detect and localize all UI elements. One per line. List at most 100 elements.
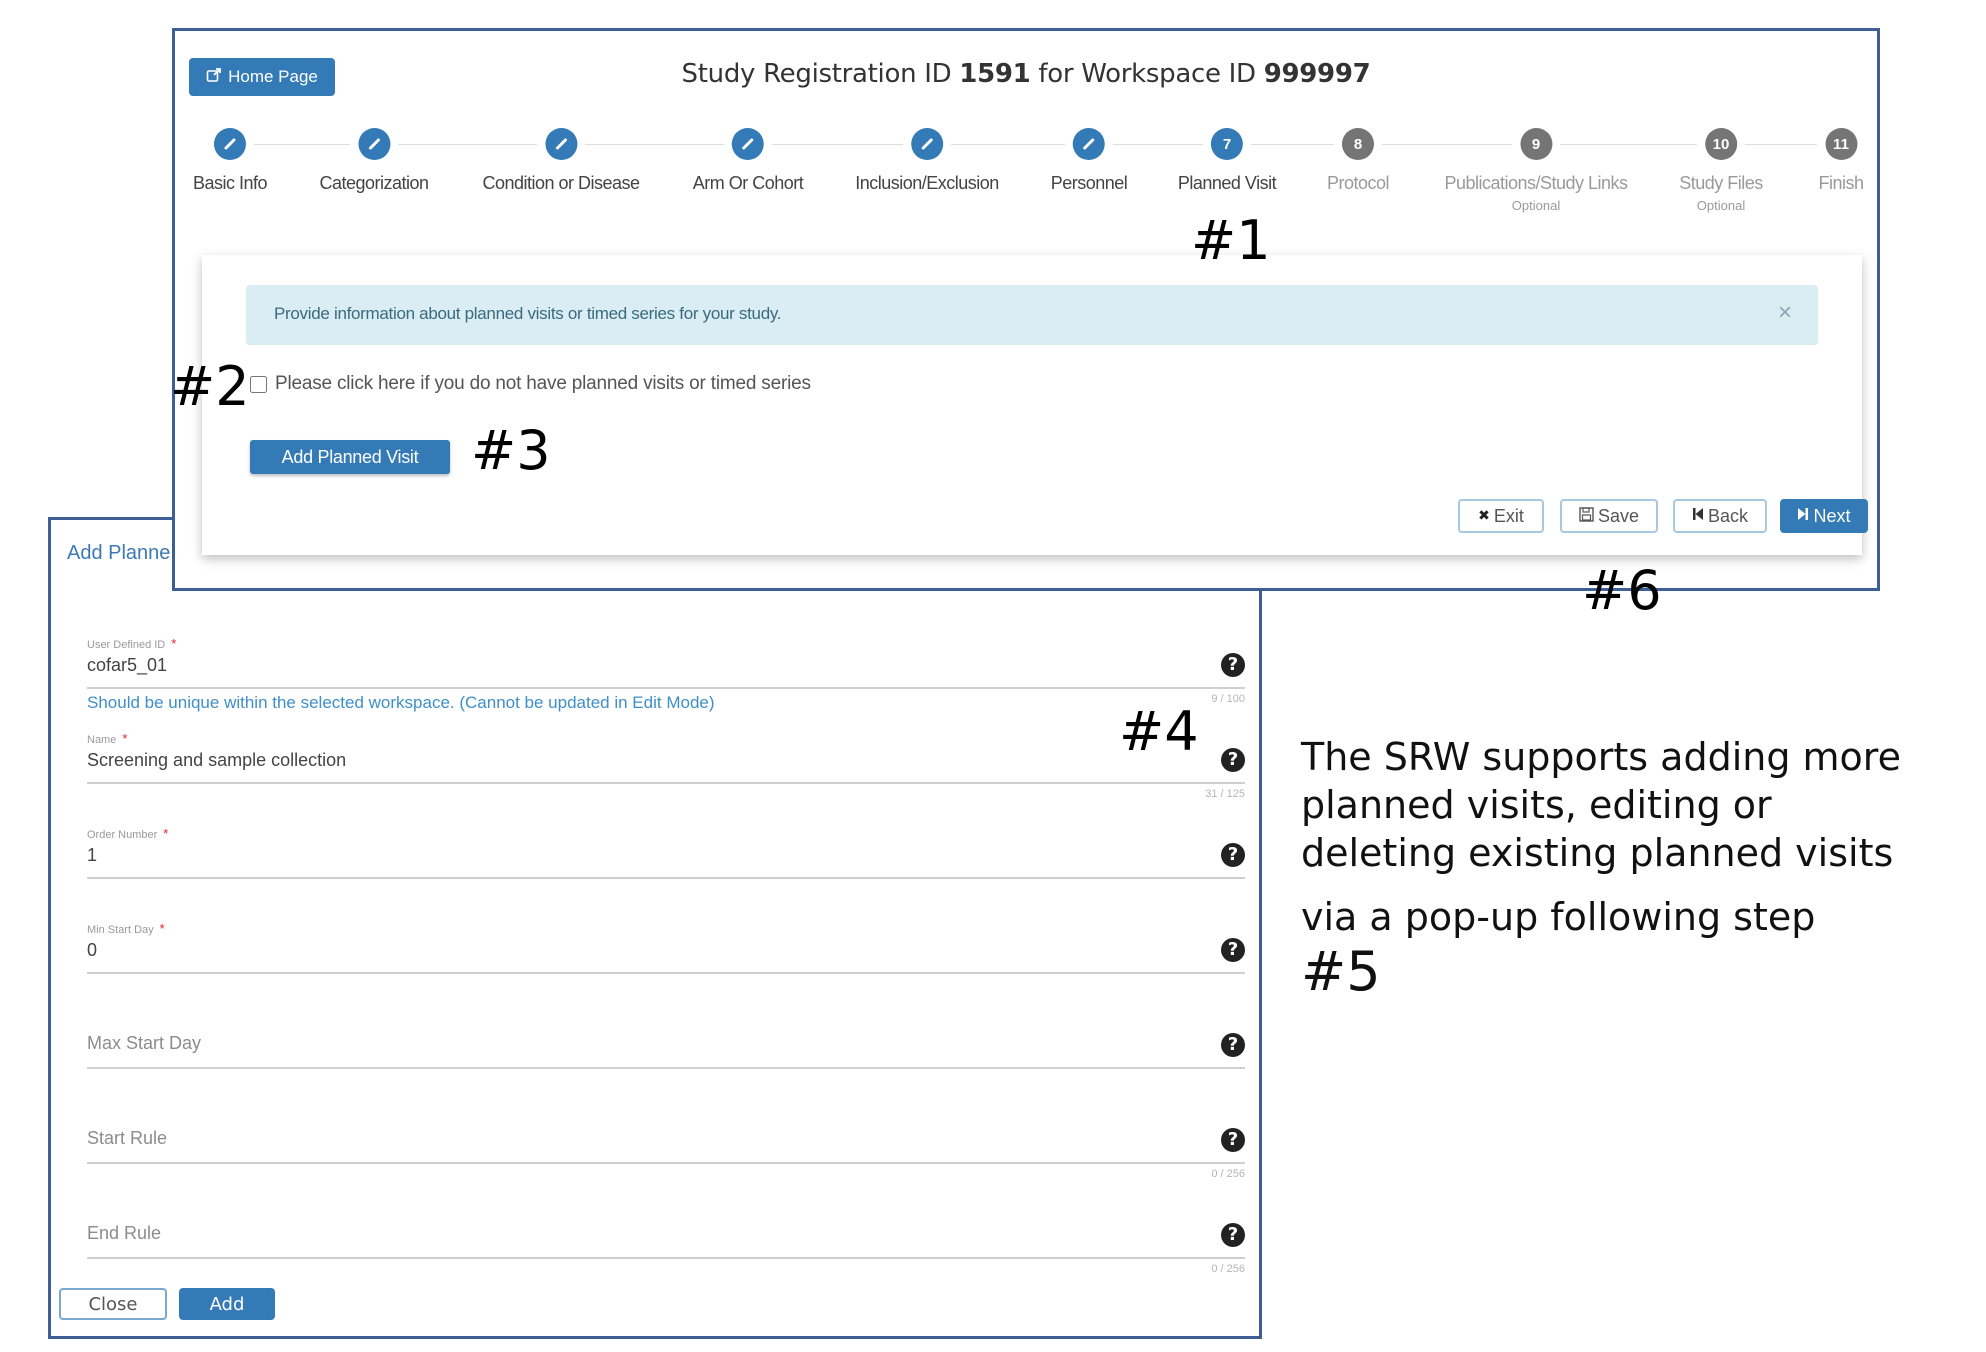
note-step-ref: #5 bbox=[1301, 940, 1381, 1003]
pencil-icon bbox=[911, 128, 943, 160]
note-line: The SRW supports adding more bbox=[1301, 735, 1901, 779]
field-label-row: User Defined ID * bbox=[87, 635, 1245, 653]
end-rule-field[interactable]: End Rule ? 0 / 256 bbox=[87, 1205, 1245, 1285]
char-counter: 31 / 125 bbox=[1205, 788, 1245, 800]
order-number-field[interactable]: Order Number * 1 ? bbox=[87, 825, 1245, 895]
required-marker: * bbox=[163, 826, 169, 841]
field-value[interactable]: 1 bbox=[87, 845, 1245, 869]
close-button[interactable]: Close bbox=[59, 1288, 167, 1320]
max-start-day-field[interactable]: Max Start Day ? bbox=[87, 1015, 1245, 1085]
step-condition-or-disease[interactable]: Condition or Disease bbox=[482, 128, 640, 194]
registration-id: 1591 bbox=[959, 59, 1031, 89]
field-label: Order Number bbox=[87, 829, 158, 841]
step-number-badge: 8 bbox=[1341, 128, 1374, 160]
help-icon[interactable]: ? bbox=[1221, 653, 1245, 677]
note-line: via a pop-up following step bbox=[1301, 895, 1816, 939]
field-placeholder[interactable]: End Rule bbox=[87, 1223, 161, 1244]
pencil-icon bbox=[357, 128, 390, 160]
no-planned-visits-option[interactable]: Please click here if you do not have pla… bbox=[250, 373, 811, 395]
help-icon[interactable]: ? bbox=[1221, 748, 1245, 772]
field-underline bbox=[87, 1067, 1245, 1069]
step-protocol[interactable]: 8 Protocol bbox=[1327, 128, 1390, 194]
save-button[interactable]: Save bbox=[1560, 499, 1658, 533]
min-start-day-field[interactable]: Min Start Day * 0 ? bbox=[87, 920, 1245, 990]
step-number-badge: 9 bbox=[1519, 128, 1552, 160]
annotation-step-2: #2 bbox=[170, 355, 250, 418]
required-marker: * bbox=[171, 636, 177, 651]
step-basic-info[interactable]: Basic Info bbox=[193, 128, 268, 194]
step-optional-label: Optional bbox=[1511, 198, 1561, 213]
field-underline bbox=[87, 782, 1245, 784]
dialog-title: Add Planne bbox=[67, 542, 171, 564]
back-button[interactable]: Back bbox=[1673, 499, 1767, 533]
annotation-step-4: #4 bbox=[1119, 700, 1199, 763]
pencil-icon bbox=[1073, 128, 1105, 160]
step-finish[interactable]: 11 Finish bbox=[1818, 128, 1864, 194]
note-line: deleting existing planned visits bbox=[1301, 831, 1894, 875]
exit-label: Exit bbox=[1493, 505, 1524, 526]
step-categorization[interactable]: Categorization bbox=[319, 128, 429, 194]
note-line: planned visits, editing or bbox=[1301, 783, 1772, 827]
pencil-icon bbox=[732, 128, 764, 160]
field-value[interactable]: 0 bbox=[87, 940, 1245, 964]
step-planned-visit[interactable]: 7 Planned Visit bbox=[1177, 128, 1277, 194]
step-publications-study-links[interactable]: 9 Publications/Study Links Optional bbox=[1444, 128, 1628, 213]
field-label-row: Order Number * bbox=[87, 825, 1245, 843]
field-label: Name bbox=[87, 734, 117, 746]
step-label: Categorization bbox=[319, 173, 429, 193]
step-label: Publications/Study Links bbox=[1444, 173, 1628, 193]
user-defined-id-field[interactable]: User Defined ID * cofar5_01 ? Should be u… bbox=[87, 635, 1245, 715]
info-alert-text: Provide information about planned visits… bbox=[274, 304, 782, 323]
name-field[interactable]: Name * Screening and sample collection ? … bbox=[87, 730, 1245, 810]
start-rule-field[interactable]: Start Rule ? 0 / 256 bbox=[87, 1110, 1245, 1190]
step-label: Planned Visit bbox=[1177, 173, 1277, 193]
no-planned-visits-checkbox[interactable] bbox=[250, 375, 267, 393]
add-planned-visit-dialog: Add Planne User Defined ID * cofar5_01 ? … bbox=[48, 517, 1262, 1339]
step-study-files[interactable]: 10 Study Files Optional bbox=[1679, 128, 1763, 213]
study-registration-window: Home Page Study Registration ID 1591 for… bbox=[172, 28, 1880, 591]
help-icon[interactable]: ? bbox=[1221, 1033, 1245, 1057]
field-value[interactable]: Screening and sample collection bbox=[87, 750, 1245, 774]
required-marker: * bbox=[159, 921, 165, 936]
next-label: Next bbox=[1813, 505, 1851, 526]
char-counter: 0 / 256 bbox=[1211, 1263, 1245, 1275]
exit-button[interactable]: ✖ Exit bbox=[1458, 499, 1544, 533]
field-label: User Defined ID bbox=[87, 639, 166, 651]
save-label: Save bbox=[1597, 505, 1640, 526]
annotation-step-6: #6 bbox=[1582, 559, 1662, 622]
close-icon: ✖ bbox=[1478, 508, 1490, 524]
step-number-badge: 7 bbox=[1211, 128, 1243, 160]
field-label-row: Name * bbox=[87, 730, 1245, 748]
required-marker: * bbox=[122, 731, 128, 746]
step-arm-or-cohort[interactable]: Arm Or Cohort bbox=[693, 128, 804, 194]
field-label-row: Min Start Day * bbox=[87, 920, 1245, 938]
step-backward-icon bbox=[1692, 507, 1704, 525]
field-label: Min Start Day bbox=[87, 924, 154, 936]
step-optional-label: Optional bbox=[1696, 198, 1746, 213]
step-label: Study Files bbox=[1679, 173, 1763, 193]
next-button[interactable]: Next bbox=[1780, 499, 1868, 533]
field-underline bbox=[87, 972, 1245, 974]
field-placeholder[interactable]: Start Rule bbox=[87, 1128, 167, 1149]
step-inclusion-exclusion[interactable]: Inclusion/Exclusion bbox=[855, 128, 999, 194]
title-prefix: Study Registration ID bbox=[681, 59, 960, 89]
info-alert: Provide information about planned visits… bbox=[246, 285, 1818, 345]
field-placeholder[interactable]: Max Start Day bbox=[87, 1033, 201, 1054]
field-hint: Should be unique within the selected wor… bbox=[87, 693, 715, 712]
help-icon[interactable]: ? bbox=[1221, 843, 1245, 867]
close-icon[interactable]: × bbox=[1778, 299, 1792, 327]
add-planned-visit-button[interactable]: Add Planned Visit bbox=[250, 440, 450, 474]
field-value[interactable]: cofar5_01 bbox=[87, 655, 1245, 679]
planned-visit-card: Provide information about planned visits… bbox=[202, 255, 1868, 555]
char-counter: 0 / 256 bbox=[1211, 1168, 1245, 1180]
step-label: Personnel bbox=[1050, 173, 1128, 193]
help-icon[interactable]: ? bbox=[1221, 938, 1245, 962]
wizard-stepper: Basic Info Categorization Condition or Dis… bbox=[175, 128, 1877, 238]
no-planned-visits-label: Please click here if you do not have pla… bbox=[275, 373, 811, 394]
help-icon[interactable]: ? bbox=[1221, 1223, 1245, 1247]
add-button[interactable]: Add bbox=[179, 1288, 275, 1320]
help-icon[interactable]: ? bbox=[1221, 1128, 1245, 1152]
step-personnel[interactable]: Personnel bbox=[1051, 128, 1128, 194]
workspace-id: 999997 bbox=[1263, 59, 1371, 89]
page-title: Study Registration ID 1591 for Workspace… bbox=[175, 59, 1877, 89]
